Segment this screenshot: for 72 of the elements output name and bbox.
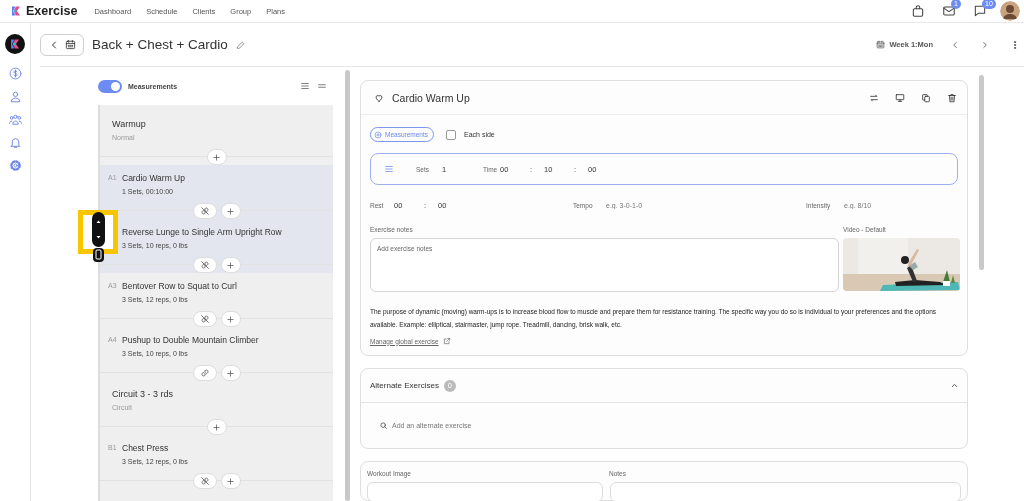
user-icon[interactable]	[8, 90, 22, 103]
plus-icon	[212, 422, 221, 432]
back-button[interactable]	[40, 33, 84, 56]
measurements-toggle[interactable]	[98, 79, 122, 93]
unlink-button[interactable]	[192, 311, 217, 327]
exercise-name: Cardio Warm Up	[392, 91, 470, 104]
calendar-icon	[876, 40, 886, 49]
next-icon[interactable]	[980, 39, 990, 50]
add-button[interactable]	[220, 473, 241, 489]
unlink-icon	[199, 260, 210, 270]
plus-icon	[226, 314, 235, 324]
image-upload-field[interactable]	[367, 482, 603, 501]
unlink-icon	[199, 206, 210, 216]
group-title: Warmup	[111, 118, 147, 131]
external-link-icon	[442, 337, 451, 345]
bell-icon[interactable]	[8, 136, 22, 149]
exercise-title: Bentover Row to Squat to Curl	[122, 280, 237, 293]
heart-icon[interactable]	[374, 92, 384, 103]
add-button[interactable]	[206, 149, 227, 165]
logo-icon	[9, 38, 21, 50]
plus-icon	[226, 476, 235, 486]
copy-icon[interactable]	[921, 92, 931, 103]
exercise-title: Chest Press	[122, 442, 169, 455]
drag-lines-icon[interactable]	[384, 164, 394, 174]
section-title: Alternate Exercises	[370, 381, 439, 390]
settings-icon[interactable]	[8, 159, 22, 172]
scrollbar[interactable]	[345, 70, 350, 501]
group-title: Circuit 3 - 3 rds	[111, 388, 174, 401]
monitor-icon[interactable]	[895, 92, 905, 103]
unlink-button[interactable]	[192, 257, 217, 273]
each-side-checkbox[interactable]	[446, 129, 456, 140]
exercise-title: Cardio Warm Up	[122, 172, 185, 185]
group-icon[interactable]	[8, 113, 22, 126]
app-name: Exercise	[26, 4, 78, 18]
swap-icon[interactable]	[869, 92, 879, 103]
scrollbar[interactable]	[979, 75, 984, 270]
plus-icon	[226, 206, 235, 216]
edit-icon[interactable]	[235, 39, 246, 50]
link-icon	[199, 368, 210, 378]
compact-view-icon[interactable]	[317, 81, 327, 91]
delete-icon[interactable]	[947, 92, 957, 103]
add-button[interactable]	[220, 365, 241, 381]
link-button[interactable]	[192, 365, 217, 381]
reorder-handle[interactable]	[92, 212, 105, 263]
avatar[interactable]	[1000, 1, 1020, 21]
plus-icon	[226, 260, 235, 270]
search-icon	[379, 421, 388, 430]
exercise-title: Reverse Lunge to Single Arm Upright Row	[122, 226, 282, 239]
workout-title: Back + Chest + Cardio	[92, 37, 228, 52]
unlink-icon	[199, 314, 210, 324]
plus-icon	[226, 368, 235, 378]
brand-logo[interactable]	[5, 34, 25, 54]
mail-icon[interactable]	[942, 4, 956, 18]
calendar-icon	[65, 39, 76, 50]
unlink-button[interactable]	[192, 203, 217, 219]
add-button[interactable]	[220, 203, 241, 219]
add-button[interactable]	[206, 419, 227, 435]
collapse-icon[interactable]	[950, 381, 959, 390]
unlink-icon	[199, 476, 210, 486]
list-view-icon[interactable]	[300, 81, 310, 91]
exercise-title: Pushup to Double Mountain Climber	[122, 334, 259, 347]
logo-icon	[10, 5, 22, 17]
add-circle-icon	[374, 130, 382, 139]
billing-icon[interactable]	[8, 67, 22, 80]
previous-icon[interactable]	[950, 39, 960, 50]
chat-icon[interactable]	[973, 4, 987, 18]
plus-icon	[212, 152, 221, 162]
add-button[interactable]	[220, 311, 241, 327]
bag-icon[interactable]	[911, 4, 925, 18]
unlink-button[interactable]	[192, 473, 217, 489]
notes-field[interactable]	[609, 482, 961, 501]
add-button[interactable]	[220, 257, 241, 273]
